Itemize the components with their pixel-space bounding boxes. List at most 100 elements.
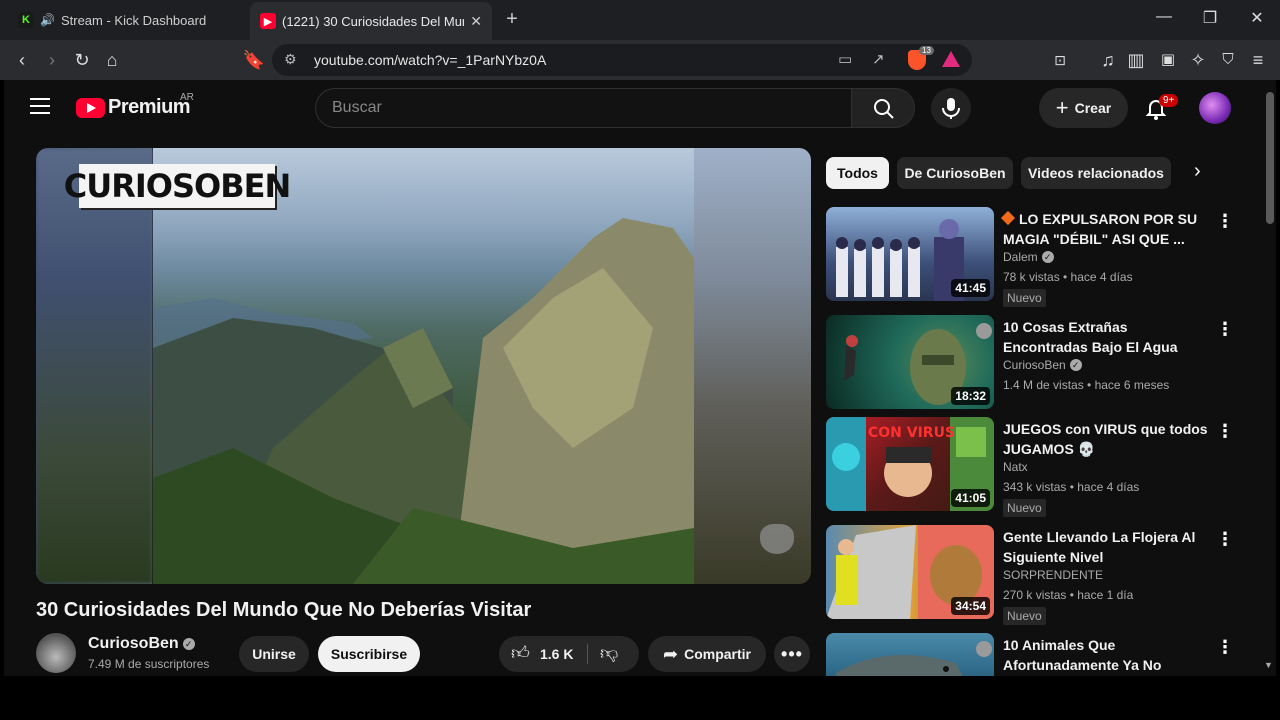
new-tab-button[interactable]: + — [502, 8, 522, 31]
channel-avatar[interactable] — [36, 633, 76, 673]
mountain-scene-image — [153, 218, 694, 584]
leo-ai-icon[interactable]: ✧ — [1186, 48, 1210, 72]
recommendation-channel[interactable]: Natx — [1003, 460, 1028, 474]
dislike-icon[interactable]: 👎︎ — [600, 642, 618, 664]
recommendation-title: 10 Cosas Extrañas Encontradas Bajo El Ag… — [1003, 319, 1178, 355]
restore-icon[interactable]: ❐ — [1198, 8, 1222, 28]
list-item[interactable]: 10 Animales Que Afortunadamente Ya No Ex… — [826, 633, 1246, 676]
cast-icon[interactable]: ▭ — [838, 50, 852, 68]
prehistoric-fish-thumbnail-art — [836, 641, 992, 676]
more-vertical-icon[interactable]: ⋮ — [1216, 527, 1234, 551]
channel-text: CuriosoBen — [1003, 358, 1066, 372]
youtube-icon: ▶ — [260, 13, 276, 29]
site-info-icon[interactable]: ⚙ — [284, 51, 297, 68]
recommendation-meta: 270 k vistas • hace 1 día — [1003, 588, 1134, 602]
duration-badge: 18:32 — [951, 387, 990, 405]
more-vertical-icon[interactable]: ⋮ — [1216, 635, 1234, 659]
search-icon — [874, 99, 894, 119]
page-scrollbar[interactable] — [1266, 92, 1274, 224]
like-icon[interactable]: 👍︎ — [511, 642, 530, 664]
channel-name-text: CuriosoBen — [88, 635, 179, 652]
reload-icon[interactable]: ↻ — [70, 48, 94, 72]
more-vertical-icon[interactable]: ⋮ — [1216, 419, 1234, 443]
video-thumbnail[interactable]: 34:54 — [826, 525, 994, 619]
speaker-icon[interactable]: 🔊 — [40, 13, 55, 27]
cat-watermark-icon — [760, 524, 794, 554]
list-item[interactable]: 18:32 10 Cosas Extrañas Encontradas Bajo… — [826, 315, 1246, 411]
voice-search-button[interactable] — [931, 88, 971, 128]
list-item[interactable]: 34:54 Gente Llevando La Flojera Al Sigui… — [826, 525, 1246, 625]
menu-icon[interactable]: ≡ — [1246, 48, 1270, 72]
create-button[interactable]: + Crear — [1039, 88, 1128, 128]
recommendation-meta: 78 k vistas • hace 4 días — [1003, 270, 1133, 284]
share-button[interactable]: ➦ Compartir — [648, 636, 766, 672]
recommendation-meta: 343 k vistas • hace 4 días — [1003, 480, 1140, 494]
duration-badge: 34:54 — [951, 597, 990, 615]
more-vertical-icon[interactable]: ⋮ — [1216, 209, 1234, 233]
sidebar-icon[interactable]: ▥ — [1124, 48, 1148, 72]
video-player[interactable]: CURIOSOBEN — [36, 148, 811, 584]
tab-title: (1221) 30 Curiosidades Del Mundo — [282, 13, 465, 29]
subscribe-button[interactable]: Suscribirse — [318, 636, 420, 672]
home-icon[interactable]: ⌂ — [100, 48, 124, 72]
account-avatar[interactable] — [1199, 92, 1231, 124]
like-count: 1.6 K — [540, 646, 574, 662]
create-label: Crear — [1074, 100, 1112, 116]
join-button[interactable]: Unirse — [239, 636, 309, 672]
video-thumbnail[interactable]: 18:32 — [826, 315, 994, 409]
more-vertical-icon[interactable]: ⋮ — [1216, 317, 1234, 341]
url-text: youtube.com/watch?v=_1ParNYbz0A — [314, 52, 547, 68]
search-button[interactable] — [851, 88, 915, 128]
new-badge: Nuevo — [1003, 289, 1046, 307]
channel-name[interactable]: CuriosoBen ✓ — [88, 635, 195, 653]
recommendation-title: 10 Animales Que Afortunadamente Ya No Ex… — [1003, 637, 1162, 673]
country-code: AR — [180, 92, 194, 103]
channel-logo-text: CURIOSOBEN — [63, 167, 291, 205]
tab-youtube-video[interactable]: ▶ (1221) 30 Curiosidades Del Mundo ✕ — [250, 2, 492, 40]
youtube-page: Premium AR + Crear 9+ — [4, 80, 1276, 676]
window-close-icon[interactable]: ✕ — [1245, 8, 1269, 28]
more-actions-button[interactable]: ••• — [774, 636, 810, 672]
channel-text: Dalem — [1003, 250, 1038, 264]
verified-check-icon: ✓ — [1069, 359, 1082, 371]
wallet-icon[interactable]: ▣ — [1156, 48, 1180, 72]
video-frame-mountains — [153, 148, 694, 584]
search-box — [315, 88, 851, 128]
share-icon: ➦ — [663, 643, 679, 664]
recommendation-title: Gente Llevando La Flojera Al Siguiente N… — [1003, 529, 1196, 565]
tab-kick-dashboard[interactable]: K 🔊 Stream - Kick Dashboard — [8, 4, 248, 36]
list-item[interactable]: 41:45 LO EXPULSARON POR SU MAGIA "DÉBIL"… — [826, 207, 1246, 307]
search-input[interactable] — [316, 89, 851, 127]
guide-menu-icon[interactable] — [30, 98, 50, 114]
chevron-right-icon[interactable]: › — [1194, 160, 1201, 183]
back-icon[interactable]: ‹ — [10, 48, 34, 72]
brave-rewards-icon[interactable] — [942, 51, 960, 67]
bookmark-icon[interactable]: 🔖 — [242, 48, 266, 72]
chip-todos[interactable]: Todos — [826, 157, 889, 189]
list-item[interactable]: CON VIRUS 41:05 JUEGOS con VIRUS que tod… — [826, 417, 1246, 517]
vpn-icon[interactable]: ⛉ — [1216, 48, 1240, 72]
video-thumbnail[interactable]: 41:45 — [826, 207, 994, 301]
address-bar[interactable]: ⚙ youtube.com/watch?v=_1ParNYbz0A ▭ ↗ 13 — [272, 44, 972, 76]
chip-videos-relacionados[interactable]: Videos relacionados — [1021, 157, 1171, 189]
recommendation-channel[interactable]: Dalem ✓ — [1003, 250, 1054, 264]
forward-icon[interactable]: › — [40, 48, 64, 72]
recommendation-channel[interactable]: CuriosoBen ✓ — [1003, 358, 1082, 372]
youtube-premium-logo[interactable]: Premium AR — [76, 92, 194, 119]
video-title: 30 Curiosidades Del Mundo Que No Debería… — [36, 599, 532, 621]
tab-title: Stream - Kick Dashboard — [60, 12, 207, 28]
video-thumbnail[interactable] — [826, 633, 994, 676]
media-icon[interactable]: ♫ — [1096, 48, 1120, 72]
close-tab-icon[interactable]: ✕ — [470, 13, 482, 30]
minimize-icon[interactable]: — — [1152, 8, 1176, 26]
recommendation-channel[interactable]: SORPRENDENTE — [1003, 568, 1103, 582]
share-page-icon[interactable]: ↗ — [872, 50, 885, 68]
youtube-play-icon — [76, 97, 105, 118]
duration-badge: 41:45 — [951, 279, 990, 297]
browser-tab-strip: K 🔊 Stream - Kick Dashboard ▶ (1221) 30 … — [0, 0, 1280, 40]
reader-mode-icon[interactable]: ⊡ — [1048, 48, 1072, 72]
scroll-down-arrow-icon[interactable]: ▼ — [1264, 660, 1273, 670]
chip-de-curiosoben[interactable]: De CuriosoBen — [897, 157, 1013, 189]
video-thumbnail[interactable]: CON VIRUS 41:05 — [826, 417, 994, 511]
browser-toolbar: ‹ › ↻ ⌂ 🔖 ⚙ youtube.com/watch?v=_1ParNYb… — [0, 40, 1280, 80]
